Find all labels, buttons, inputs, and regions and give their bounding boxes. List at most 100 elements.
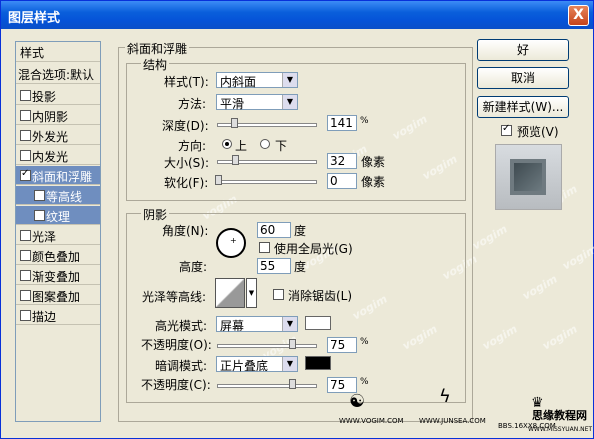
style-list-item[interactable]: 描边 [16, 306, 100, 325]
style-list-item[interactable]: 外发光 [16, 126, 100, 145]
altitude-label: 高度: [179, 260, 208, 274]
style-checkbox[interactable] [34, 210, 45, 221]
watermark-text: vogim [520, 272, 560, 303]
highlight-color-swatch[interactable] [305, 316, 331, 330]
style-list-item[interactable]: 内发光 [16, 146, 100, 165]
angle-dial[interactable]: + [216, 228, 246, 258]
highlight-opacity-slider[interactable] [217, 339, 317, 349]
style-checkbox[interactable] [20, 250, 31, 261]
style-list-item[interactable]: 斜面和浮雕 [16, 166, 100, 185]
shadow-opacity-slider[interactable] [217, 379, 317, 389]
footer-text-1: WWW.VOGIM.COM [339, 417, 404, 425]
close-button[interactable]: X [568, 5, 589, 26]
style-checkbox[interactable] [20, 90, 31, 101]
cancel-button[interactable]: 取消 [477, 67, 569, 89]
watermark-text: vogim [480, 322, 520, 353]
style-list-item[interactable]: 等高线 [16, 186, 100, 205]
angle-input[interactable]: 60 [257, 222, 291, 238]
global-light-label: 使用全局光(G) [274, 242, 353, 256]
style-list-item[interactable]: 纹理 [16, 206, 100, 225]
shading-title: 阴影 [141, 206, 170, 223]
direction-label: 方向: [178, 139, 207, 153]
style-list-item-label: 光泽 [32, 230, 57, 244]
style-list-item[interactable]: 颜色叠加 [16, 246, 100, 265]
style-list-item[interactable]: 光泽 [16, 226, 100, 245]
angle-unit: 度 [294, 224, 307, 238]
chevron-down-icon[interactable]: ▼ [246, 278, 257, 308]
highlight-opacity-input[interactable]: 75 [327, 337, 357, 353]
direction-up-radio[interactable] [222, 139, 232, 149]
soften-label: 软化(F): [164, 176, 209, 190]
style-list-item[interactable]: 图案叠加 [16, 286, 100, 305]
bevel-style-select[interactable]: 内斜面 ▼ [216, 72, 298, 89]
style-checkbox[interactable] [20, 130, 31, 141]
depth-slider[interactable] [217, 118, 317, 128]
size-unit: 像素 [361, 155, 386, 169]
size-input[interactable]: 32 [327, 153, 357, 169]
highlight-opacity-label: 不透明度(O): [141, 338, 212, 352]
watermark-text: vogim [540, 322, 580, 353]
new-style-button[interactable]: 新建样式(W)... [477, 96, 569, 118]
direction-down-radio[interactable] [260, 139, 270, 149]
style-checkbox[interactable] [20, 150, 31, 161]
gloss-contour-label: 光泽等高线: [142, 290, 207, 304]
shadow-opacity-thumb[interactable] [289, 379, 296, 389]
style-checkbox[interactable] [20, 270, 31, 281]
technique-select[interactable]: 平滑 ▼ [216, 94, 298, 111]
size-label: 大小(S): [164, 156, 210, 170]
highlight-opacity-unit: % [360, 337, 369, 347]
highlight-mode-label: 高光模式: [155, 319, 208, 333]
style-checkbox[interactable] [34, 190, 45, 201]
style-list-item-label: 等高线 [46, 190, 83, 204]
highlight-opacity-thumb[interactable] [289, 339, 296, 349]
style-list-item[interactable]: 投影 [16, 86, 100, 105]
title-bar: 图层样式 X [1, 1, 593, 29]
style-list-item-label: 描边 [32, 310, 57, 324]
soften-slider[interactable] [215, 175, 317, 185]
style-checkbox[interactable] [20, 168, 31, 181]
style-checkbox[interactable] [20, 230, 31, 241]
style-list-header[interactable]: 样式 [16, 42, 100, 62]
style-list-item-label: 外发光 [32, 130, 69, 144]
style-label: 样式(T): [164, 75, 209, 89]
style-list-item-label: 斜面和浮雕 [32, 170, 93, 184]
watermark-text: vogim [470, 222, 510, 253]
depth-unit: % [360, 116, 369, 126]
highlight-mode-select[interactable]: 屏幕 ▼ [216, 316, 298, 333]
direction-up-label: 上 [235, 139, 248, 153]
bevel-emboss-title: 斜面和浮雕 [125, 40, 190, 57]
chevron-down-icon: ▼ [282, 317, 297, 331]
global-light-checkbox[interactable] [259, 242, 270, 253]
altitude-input[interactable]: 55 [257, 258, 291, 274]
preview-thumbnail [495, 144, 562, 210]
footer-text-2: WWW.JUNSEA.COM [419, 417, 486, 425]
layer-style-dialog: 图层样式 X vogim vogim vogim vogim vogim vogim vog… [0, 0, 594, 439]
style-list-item[interactable]: 渐变叠加 [16, 266, 100, 285]
style-list-item[interactable]: 内阴影 [16, 106, 100, 125]
soften-slider-thumb[interactable] [215, 175, 222, 185]
antialias-checkbox[interactable] [273, 289, 284, 300]
style-checkbox[interactable] [20, 310, 31, 321]
shadow-mode-select[interactable]: 正片叠底 ▼ [216, 356, 298, 373]
soften-unit: 像素 [361, 175, 386, 189]
preview-label: 预览(V) [517, 125, 559, 139]
gloss-contour-picker[interactable] [215, 278, 245, 308]
style-checkbox[interactable] [20, 110, 31, 121]
depth-slider-thumb[interactable] [231, 118, 238, 128]
direction-down-label: 下 [275, 139, 288, 153]
watermark-text: vogim [560, 242, 594, 273]
antialias-label: 消除锯齿(L) [288, 289, 353, 303]
blend-options-item[interactable]: 混合选项:默认 [16, 64, 100, 84]
size-slider-thumb[interactable] [232, 155, 239, 165]
style-checkbox[interactable] [20, 290, 31, 301]
shadow-opacity-unit: % [360, 377, 369, 387]
size-slider[interactable] [217, 155, 317, 165]
vogim-logo-icon: ☯ [349, 391, 366, 412]
soften-input[interactable]: 0 [327, 173, 357, 189]
preview-checkbox[interactable] [501, 123, 512, 136]
depth-input[interactable]: 141 [327, 115, 357, 131]
shadow-color-swatch[interactable] [305, 356, 331, 370]
angle-label: 角度(N): [162, 224, 209, 238]
ok-button[interactable]: 好 [477, 39, 569, 61]
preview-swatch [510, 159, 546, 195]
